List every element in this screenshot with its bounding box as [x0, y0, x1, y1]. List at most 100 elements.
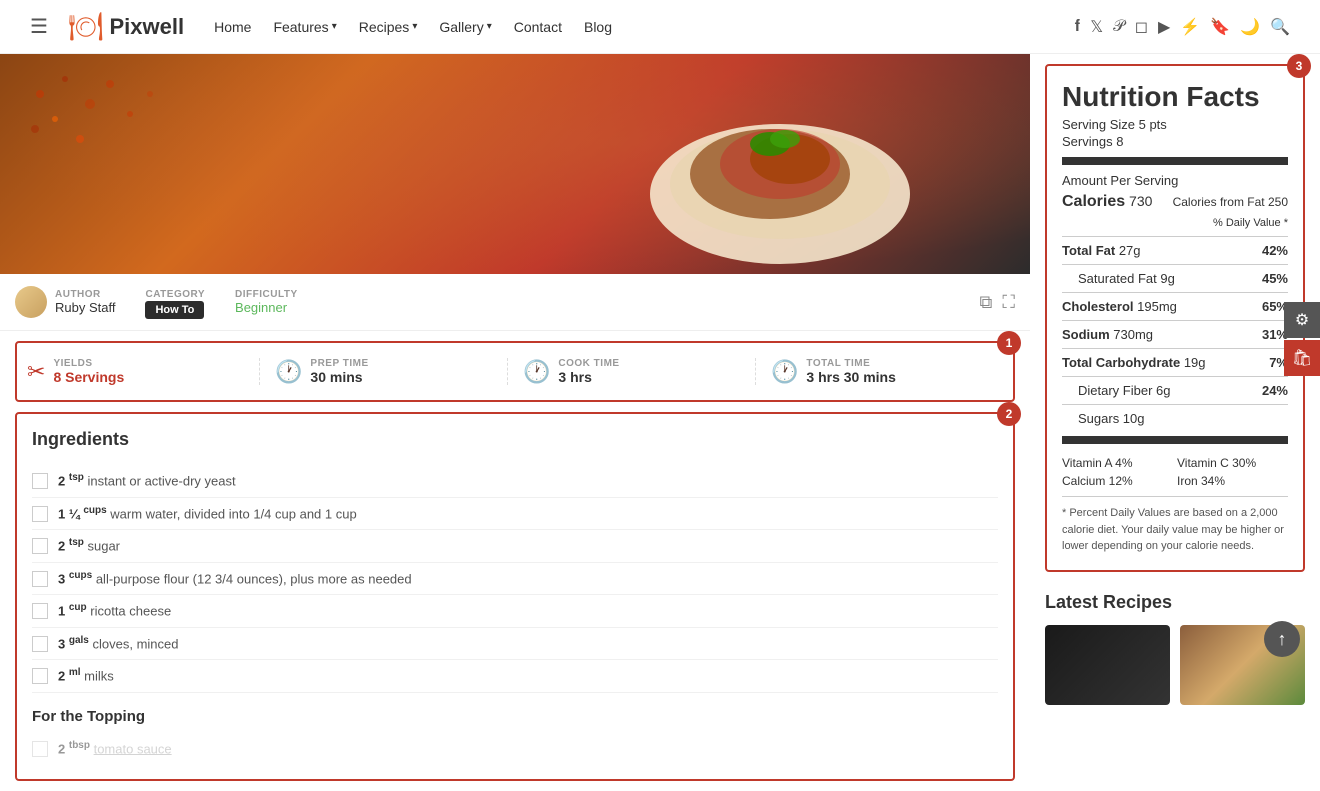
twitter-icon[interactable]: 𝕏: [1090, 17, 1103, 37]
nav-recipes[interactable]: Recipes ▾: [359, 19, 418, 35]
calories-row: Calories 730 Calories from Fat 250: [1062, 190, 1288, 214]
prep-stat: 🕐 PREP TIME 30 mins: [265, 358, 508, 385]
ingredient-checkbox[interactable]: [32, 668, 48, 684]
ingredients-badge: 2: [997, 402, 1021, 426]
author-name: Ruby Staff: [55, 300, 115, 315]
nutrition-row-total-carb: Total Carbohydrate 19g 7%: [1062, 353, 1288, 372]
ingredient-checkbox[interactable]: [32, 603, 48, 619]
servings: Servings 8: [1062, 134, 1288, 149]
food-decoration: [20, 64, 170, 164]
bag-float-button[interactable]: 🛍: [1284, 340, 1320, 376]
meta-action-icons: ⧉ ⛶: [980, 292, 1015, 313]
ingredient-unit: tsp: [69, 472, 84, 483]
category-label: CATEGORY: [145, 289, 205, 300]
category-badge: How To: [145, 301, 204, 319]
ingredient-item: 1 cup ricotta cheese: [32, 595, 998, 628]
main-layout: AUTHOR Ruby Staff CATEGORY How To DIFFIC…: [0, 54, 1320, 791]
ingredient-item: 3 gals cloves, minced: [32, 628, 998, 661]
ingredient-text: 1 cup ricotta cheese: [58, 601, 171, 621]
bookmark-icon[interactable]: 🔖: [1210, 17, 1230, 37]
social-icons: 𝐟 𝕏 𝒫 ◻ ▶ ⚡ 🔖 🌙 🔍: [1075, 17, 1290, 37]
ingredient-item: 1 ¼ cups warm water, divided into 1/4 cu…: [32, 498, 998, 531]
ingredient-qty: 2: [58, 538, 65, 553]
expand-icon[interactable]: ⛶: [1002, 292, 1015, 313]
vitamin-c: Vitamin C 30%: [1177, 456, 1288, 470]
plate-svg: [630, 74, 930, 274]
clock-icon-3: 🕐: [771, 359, 798, 385]
nav-home[interactable]: Home: [214, 19, 251, 35]
nutrition-row-sodium: Sodium 730mg 31%: [1062, 325, 1288, 344]
nav-gallery[interactable]: Gallery ▾: [439, 19, 491, 35]
ingredient-item: 2 tsp sugar: [32, 530, 998, 563]
pinterest-icon[interactable]: 𝒫: [1113, 18, 1125, 36]
divider-thin-1: [1062, 236, 1288, 237]
search-icon[interactable]: 🔍: [1270, 17, 1290, 37]
divider-thin: [1062, 264, 1288, 265]
settings-float-button[interactable]: ⚙: [1284, 302, 1320, 338]
ingredient-unit: tbsp: [69, 740, 90, 751]
nav-blog[interactable]: Blog: [584, 19, 612, 35]
ingredient-checkbox[interactable]: [32, 741, 48, 757]
meta-bar: AUTHOR Ruby Staff CATEGORY How To DIFFIC…: [0, 274, 1030, 331]
facebook-icon[interactable]: 𝐟: [1075, 18, 1081, 36]
ingredient-text: 2 ml milks: [58, 666, 114, 686]
ingredient-unit: cups: [69, 570, 92, 581]
utensils-icon: ✂: [27, 359, 45, 385]
share-icon[interactable]: ⧉: [980, 292, 993, 313]
divider-thin: [1062, 404, 1288, 405]
divider-thin: [1062, 320, 1288, 321]
ingredient-text: 2 tsp sugar: [58, 536, 120, 556]
chevron-down-icon: ▾: [412, 21, 417, 32]
divider-thin-last: [1062, 496, 1288, 497]
darkmode-icon[interactable]: 🌙: [1240, 17, 1260, 37]
hamburger-menu[interactable]: ☰: [30, 14, 48, 39]
clock-icon-2: 🕐: [523, 359, 550, 385]
calcium: Calcium 12%: [1062, 474, 1173, 488]
ingredient-item: 2 tsp instant or active-dry yeast: [32, 465, 998, 498]
cook-label: COOK TIME: [558, 358, 619, 369]
logo[interactable]: 🍽 Pixwell: [68, 10, 184, 43]
ingredients-title: Ingredients: [32, 429, 998, 450]
ingredient-checkbox[interactable]: [32, 538, 48, 554]
bolt-icon[interactable]: ⚡: [1180, 17, 1200, 37]
scroll-to-top-button[interactable]: ↑: [1264, 621, 1300, 657]
nav-contact[interactable]: Contact: [514, 19, 562, 35]
ingredient-text: 2 tbsp tomato sauce: [58, 739, 172, 759]
ingredient-checkbox[interactable]: [32, 506, 48, 522]
clock-icon: 🕐: [275, 359, 302, 385]
divider-thin: [1062, 348, 1288, 349]
navbar: ☰ 🍽 Pixwell Home Features ▾ Recipes ▾ Ga…: [0, 0, 1320, 54]
nav-features[interactable]: Features ▾: [273, 19, 336, 35]
floating-buttons: ⚙ 🛍: [1284, 302, 1320, 376]
divider-thick: [1062, 157, 1288, 165]
ingredient-unit: ml: [69, 667, 81, 678]
recipe-info-box: 1 ✂ YIELDS 8 Servings 🕐 PREP TIME 30 min…: [15, 341, 1015, 402]
nutrition-row-cholesterol: Cholesterol 195mg 65%: [1062, 297, 1288, 316]
latest-recipes-title: Latest Recipes: [1045, 592, 1305, 613]
serving-size: Serving Size 5 pts: [1062, 117, 1288, 132]
hero-image: [0, 54, 1030, 274]
youtube-icon[interactable]: ▶: [1158, 17, 1170, 37]
ingredient-qty: 3: [58, 636, 65, 651]
difficulty-meta: DIFFICULTY Beginner: [235, 289, 298, 315]
recipe-stats: ✂ YIELDS 8 Servings 🕐 PREP TIME 30 mins: [27, 358, 1003, 385]
ingredient-item: 2 tbsp tomato sauce: [32, 733, 998, 765]
ingredient-item: 3 cups all-purpose flour (12 3/4 ounces)…: [32, 563, 998, 596]
ingredient-qty: 1 ¼: [58, 506, 80, 521]
latest-recipe-card[interactable]: [1045, 625, 1170, 705]
logo-icon: 🍽: [68, 10, 104, 43]
ingredient-qty: 2: [58, 668, 65, 683]
recipe-info-badge: 1: [997, 331, 1021, 355]
chevron-down-icon: ▾: [332, 21, 337, 32]
nutrition-row-dietary-fiber: Dietary Fiber 6g 24%: [1062, 381, 1288, 400]
ingredient-checkbox[interactable]: [32, 473, 48, 489]
nav-links: Home Features ▾ Recipes ▾ Gallery ▾ Cont…: [214, 19, 1075, 35]
nutrition-title: Nutrition Facts: [1062, 81, 1288, 113]
ingredient-checkbox[interactable]: [32, 571, 48, 587]
cook-value: 3 hrs: [558, 369, 619, 385]
ingredient-checkbox[interactable]: [32, 636, 48, 652]
prep-label: PREP TIME: [310, 358, 368, 369]
instagram-icon[interactable]: ◻: [1135, 17, 1148, 37]
ingredient-text: 3 cups all-purpose flour (12 3/4 ounces)…: [58, 569, 412, 589]
total-value: 3 hrs 30 mins: [806, 369, 896, 385]
